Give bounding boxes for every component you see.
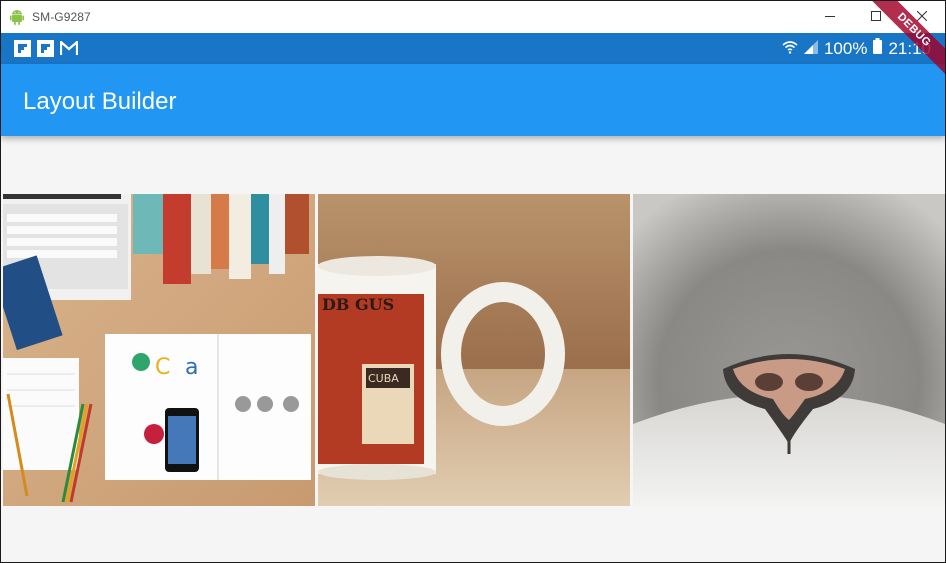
page-title: Layout Builder: [23, 88, 177, 115]
app-bar: Layout Builder: [1, 64, 945, 136]
svg-text:a: a: [185, 355, 198, 380]
image-grid: C a CUBA DB GUS: [3, 194, 945, 506]
grid-image-mug[interactable]: CUBA DB GUS: [318, 194, 630, 506]
window-title: SM-G9287: [32, 10, 91, 24]
battery-icon: [873, 38, 883, 59]
minimize-icon: [825, 8, 835, 26]
svg-text:C: C: [155, 355, 170, 380]
svg-text:DB GUS: DB GUS: [322, 295, 394, 314]
maximize-icon: [871, 8, 881, 26]
flipboard-icon: [14, 40, 31, 62]
signal-icon: [803, 39, 818, 59]
flipboard-icon: [37, 40, 54, 62]
android-icon: [10, 9, 26, 25]
emulator-window: SM-G9287 100% 21:10 Layout Builder DEBUG…: [0, 0, 946, 563]
grid-image-cat[interactable]: [633, 194, 945, 506]
android-status-bar: 100% 21:10: [1, 33, 945, 64]
battery-percent: 100%: [823, 38, 868, 58]
wifi-icon: [782, 39, 798, 59]
window-titlebar[interactable]: SM-G9287: [1, 1, 945, 33]
svg-text:CUBA: CUBA: [368, 372, 399, 385]
minimize-button[interactable]: [807, 1, 853, 33]
grid-image-desk[interactable]: C a: [3, 194, 315, 506]
page-body: C a CUBA DB GUS: [1, 136, 945, 562]
gmail-icon: [59, 39, 79, 61]
